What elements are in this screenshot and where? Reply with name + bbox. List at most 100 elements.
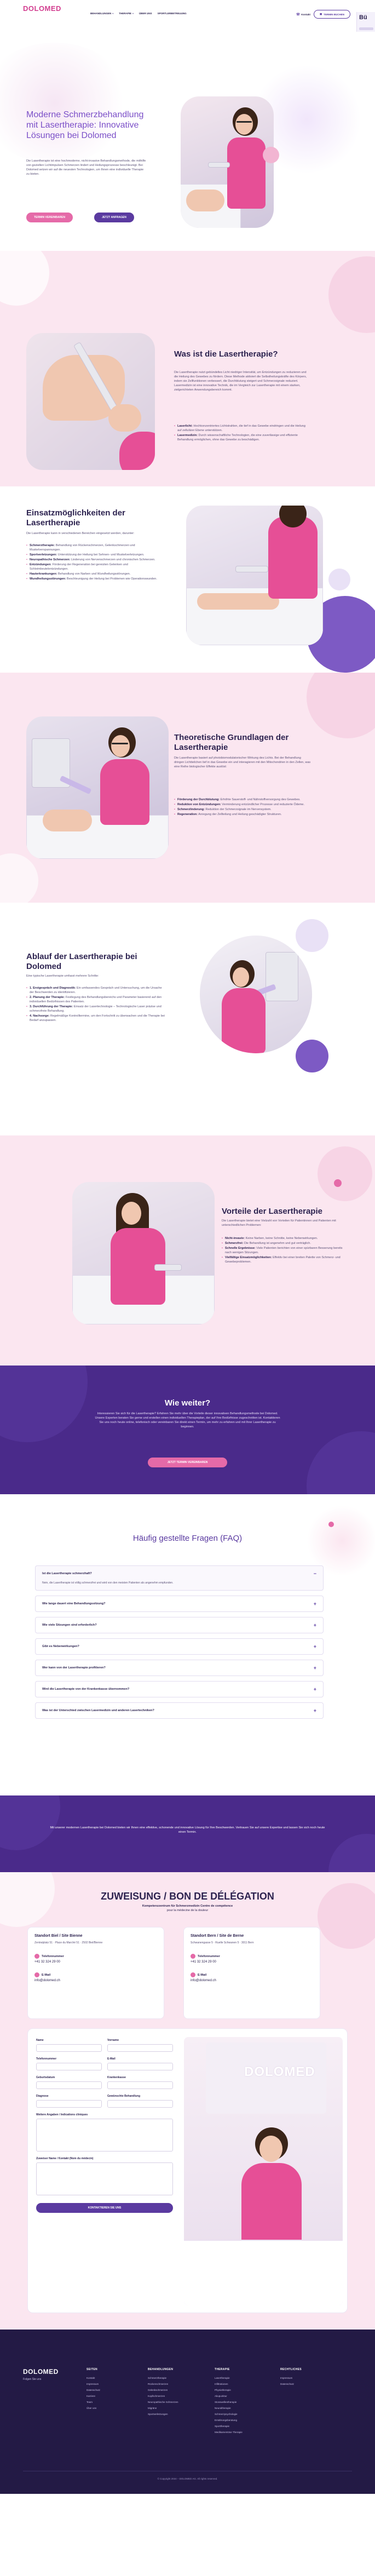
faq-item[interactable]: Wer kann von der Lasertherapie profitier… (35, 1660, 324, 1676)
diagnosis-input[interactable] (36, 2100, 102, 2108)
footer-link[interactable]: Physiotherapie (215, 2389, 243, 2391)
footer-link[interactable]: Medikamentöse Therapie (215, 2431, 243, 2434)
list-item: Schmerztherapie: Behandlung von Rückensc… (26, 543, 158, 552)
nav-item-therapie[interactable]: THERAPIE ▾ (119, 12, 134, 15)
next-steps-appointment-button[interactable]: JETZT TERMIN VEREINBAREN (148, 1458, 227, 1467)
footer-link[interactable]: Schmerzpsychologie (215, 2413, 243, 2416)
faq-question[interactable]: Wie viele Sitzungen sind erforderlich? + (36, 1617, 323, 1633)
faq-item[interactable]: Wie viele Sitzungen sind erforderlich? + (35, 1617, 324, 1633)
birthdate-input[interactable] (36, 2081, 102, 2089)
minus-icon[interactable]: − (314, 1571, 316, 1576)
footer-link[interactable]: Kopfschmerzen (148, 2395, 178, 2397)
firstname-input[interactable] (107, 2044, 173, 2052)
location-email: E-Mail info@dolomed.ch (191, 1972, 313, 1982)
footer-link[interactable]: Infiltrationen (215, 2383, 243, 2385)
side-widget-field[interactable] (359, 27, 373, 30)
footer-link[interactable]: Impressum (280, 2377, 302, 2379)
hero-appointment-button[interactable]: TERMIN VEREINBAREN (26, 213, 73, 222)
phone-number[interactable]: +41 32 324 29 00 (191, 1960, 313, 1964)
footer-link[interactable]: Schmerztherapie (148, 2377, 178, 2379)
hero-request-button[interactable]: JETZT ANFRAGEN (94, 213, 134, 222)
book-label: TERMIN BUCHEN (324, 13, 344, 16)
what-is-title: Was ist die Lasertherapie? (174, 349, 278, 359)
plus-icon[interactable]: + (314, 1686, 316, 1692)
treatment-input[interactable] (107, 2100, 173, 2108)
summary-text: Mit unserer modernen Lasertherapie bei D… (50, 1826, 325, 1834)
field-label: Krankenkasse (107, 2076, 126, 2079)
footer-logo[interactable]: DOLOMED (23, 2368, 59, 2376)
faq-question[interactable]: Wie lange dauert eine Behandlungssitzung… (36, 1596, 323, 1611)
list-item-bold: Nicht-invasiv: (225, 1237, 245, 1240)
plus-icon[interactable]: + (314, 1665, 316, 1671)
email-address[interactable]: info@dolomed.ch (191, 1979, 313, 1982)
plus-icon[interactable]: + (314, 1601, 316, 1607)
footer-link[interactable]: Team (86, 2401, 100, 2403)
footer-link[interactable]: Neuropathische Schmerzen (148, 2401, 178, 2403)
footer-link[interactable]: Datenschutz (86, 2389, 100, 2391)
faq-question[interactable]: Wer kann von der Lasertherapie profitier… (36, 1660, 323, 1676)
referrer-textarea[interactable] (36, 2162, 173, 2195)
footer-link[interactable]: Neuraltherapie (215, 2407, 243, 2409)
bg-blob (328, 569, 350, 590)
email-input[interactable] (107, 2063, 173, 2070)
list-item-text: Behandlung von Narben und Wundheilungsst… (57, 572, 131, 576)
footer-link[interactable]: Rückenschmerzen (148, 2383, 178, 2385)
book-appointment-button[interactable]: ▣ TERMIN BUCHEN (313, 10, 350, 19)
hero-title: Moderne Schmerzbehandlung mit Laserthera… (26, 110, 144, 140)
glasses-shape (236, 121, 252, 123)
clinical-notes-textarea[interactable] (36, 2119, 173, 2152)
footer-link[interactable]: Datenschutz (280, 2383, 302, 2385)
plus-icon[interactable]: + (314, 1708, 316, 1713)
logo[interactable]: DOLOMED (23, 4, 83, 13)
patient-shape (43, 810, 92, 831)
footer-link[interactable]: Stosswellentherapie (215, 2401, 243, 2403)
contact-label: Kontakt (301, 13, 310, 16)
footer-link[interactable]: Migräne (148, 2407, 178, 2409)
nav-item-sportlerbetreuung[interactable]: SPORTLERBETREUUNG (158, 12, 187, 15)
footer-link[interactable]: Impressum (86, 2383, 100, 2385)
footer-col-therapie: THERAPIE Lasertherapie Infiltrationen Ph… (215, 2368, 243, 2437)
footer-link[interactable]: Ernährungsberatung (215, 2419, 243, 2422)
faq-item[interactable]: Wird die Lasertherapie von der Krankenka… (35, 1681, 324, 1697)
field-label: Weitere Angaben / Indications cliniques (36, 2113, 88, 2116)
faq-question[interactable]: Wird die Lasertherapie von der Krankenka… (36, 1682, 323, 1697)
list-item-text: Beschleunigung der Heilung bei Problemen… (67, 577, 157, 581)
nav-item-behandlungen[interactable]: BEHANDLUNGEN ▾ (90, 12, 113, 15)
list-item-text: Die Behandlung ist angenehm und gut vert… (244, 1242, 311, 1245)
email-address[interactable]: info@dolomed.ch (34, 1979, 157, 1982)
theory-section: Theoretische Grundlagen der Lasertherapi… (0, 673, 375, 903)
footer-link[interactable]: Akupunktur (215, 2395, 243, 2397)
plus-icon[interactable]: + (314, 1622, 316, 1628)
footer-link[interactable]: Sporttherapie (215, 2425, 243, 2428)
faq-item[interactable]: Gibt es Nebenwirkungen? + (35, 1638, 324, 1655)
footer-link[interactable]: Über uns (86, 2407, 100, 2409)
faq-item[interactable]: Was ist der Unterschied zwischen Laserme… (35, 1702, 324, 1719)
phone-number[interactable]: +41 32 324 29 00 (34, 1960, 157, 1964)
footer-col-heading: RECHTLICHES (280, 2368, 302, 2371)
list-item: Laserlicht: Hochkonzentriertes Lichtstra… (174, 424, 308, 433)
submit-button[interactable]: KONTAKTIEREN SIE UNS (36, 2203, 173, 2213)
faq-item[interactable]: Wie lange dauert eine Behandlungssitzung… (35, 1596, 324, 1612)
footer-social-label: Folgen Sie uns (23, 2378, 42, 2381)
procedure-steps: 1. Erstgespräch und Diagnostik: Ein umfa… (26, 986, 166, 1023)
faq-item[interactable]: Ist die Lasertherapie schmerzhaft? − Nein… (35, 1565, 324, 1591)
footer-col-seiten: SEITEN Kontakt Impressum Datenschutz Kar… (86, 2368, 100, 2413)
laser-handpiece (235, 566, 268, 572)
faq-question[interactable]: Was ist der Unterschied zwischen Laserme… (36, 1703, 323, 1718)
footer-link[interactable]: Karriere (86, 2395, 100, 2397)
footer-link[interactable]: Kontakt (86, 2377, 100, 2379)
insurance-input[interactable] (107, 2081, 173, 2089)
footer-link[interactable]: Sportverletzungen (148, 2413, 178, 2416)
faq-question[interactable]: Ist die Lasertherapie schmerzhaft? − (36, 1566, 323, 1581)
plus-icon[interactable]: + (314, 1644, 316, 1649)
phone-input[interactable] (36, 2063, 102, 2070)
faq-question-text: Wie lange dauert eine Behandlungssitzung… (42, 1602, 106, 1605)
hero-photo (181, 96, 274, 228)
faq-question[interactable]: Gibt es Nebenwirkungen? + (36, 1639, 323, 1654)
name-input[interactable] (36, 2044, 102, 2052)
faq-section: Häufig gestellte Fragen (FAQ) Ist die La… (0, 1494, 375, 1795)
nav-item-ueber-uns[interactable]: ÜBER UNS (139, 12, 152, 15)
footer-link[interactable]: Lasertherapie (215, 2377, 243, 2379)
contact-link[interactable]: ☏ Kontakt (296, 13, 310, 16)
footer-link[interactable]: Gelenkschmerzen (148, 2389, 178, 2391)
